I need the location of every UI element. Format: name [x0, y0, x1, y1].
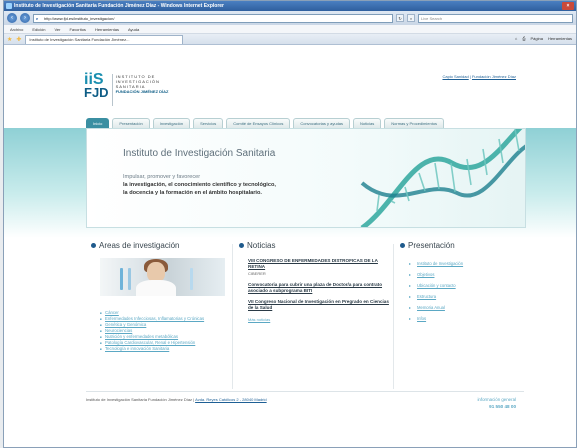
photo-face — [147, 262, 165, 282]
column-divider — [393, 244, 394, 389]
tools-menu[interactable]: Herramientas — [548, 36, 572, 41]
logo-text: INSTITUTO DE INVESTIGACIÓN SANITARIA FUN… — [116, 74, 169, 94]
page-menu[interactable]: Página — [531, 36, 543, 41]
researcher-photo — [100, 258, 225, 296]
banner-text: Impulsar, promover y favorecer la invest… — [123, 173, 276, 197]
news-column: Noticias VIII CONGRESO DE ENFERMEDADES D… — [239, 241, 389, 322]
nav-tab-comite[interactable]: Comité de Ensayos Clínicos — [226, 118, 291, 128]
presentation-title: Presentación — [408, 241, 455, 250]
news-item: Convocatoria para cubrir una plaza de Do… — [248, 282, 389, 293]
browser-app-icon — [6, 3, 12, 9]
bullet-icon — [239, 243, 244, 248]
site-header: iiS FJD INSTITUTO DE INVESTIGACIÓN SANIT… — [4, 45, 576, 113]
home-icon[interactable]: ⌂ — [515, 36, 517, 41]
nav-tab-presentacion[interactable]: Presentación — [112, 118, 150, 128]
bullet-icon — [400, 243, 405, 248]
presentation-link[interactable]: Objetivos — [409, 269, 525, 280]
presentation-heading: Presentación — [400, 241, 525, 250]
menu-bar: Archivo Edición Ver Favoritos Herramient… — [4, 25, 576, 34]
back-arrow-icon[interactable]: ‹ — [7, 13, 17, 23]
address-input[interactable]: http://www.fjd.es/instituto_investigacio… — [33, 13, 393, 23]
link-capio-sanidad[interactable]: Capio Sanidad — [442, 74, 468, 79]
nav-tab-noticias[interactable]: Noticias — [353, 118, 382, 128]
stop-icon[interactable]: × — [407, 14, 415, 22]
tab-bar: ★ ✚ Instituto de Investigación Sanitaria… — [4, 34, 576, 45]
news-source: CIBERER — [248, 271, 266, 277]
add-favorite-icon[interactable]: ✚ — [16, 36, 21, 43]
areas-list: Cáncer Enfermedades Infecciosas, Inflama… — [100, 310, 226, 352]
browser-title: Instituto de Investigación Sanitaria Fun… — [14, 3, 224, 9]
presentation-link[interactable]: Memoria Anual — [409, 302, 525, 313]
logo-separator — [111, 74, 113, 106]
banner-line-1: la investigación, el conocimiento cientí… — [123, 182, 276, 188]
photo-test-tube — [128, 268, 131, 290]
photo-coat — [136, 280, 176, 296]
favorites-star-icon[interactable]: ★ — [7, 36, 12, 43]
news-headline-link[interactable]: VII Congreso Nacional de Investigación e… — [248, 299, 389, 310]
news-headline-link[interactable]: Convocatoria para cubrir una plaza de Do… — [248, 282, 389, 293]
menu-item-herramientas[interactable]: Herramientas — [95, 27, 119, 32]
menu-item-archivo[interactable]: Archivo — [10, 27, 23, 32]
browser-window: Instituto de Investigación Sanitaria Fun… — [3, 0, 577, 448]
more-news-link[interactable]: Más noticias — [248, 317, 389, 322]
nav-tab-servicios[interactable]: Servicios — [193, 118, 224, 128]
dna-helix-illustration — [360, 129, 525, 227]
close-icon[interactable]: × — [562, 2, 574, 10]
link-fundacion-jimenez-diaz[interactable]: Fundación Jiménez Díaz — [472, 74, 516, 79]
news-item: VII Congreso Nacional de Investigación e… — [248, 299, 389, 310]
browser-titlebar: Instituto de Investigación Sanitaria Fun… — [4, 1, 576, 11]
address-toolbar: ‹ › http://www.fjd.es/instituto_investig… — [4, 11, 576, 25]
presentation-link[interactable]: Estructura — [409, 291, 525, 302]
info-phone: 91 550 48 00 — [489, 404, 516, 409]
command-bar: ⌂ ⎙ Página Herramientas — [515, 36, 572, 41]
photo-test-tube — [120, 268, 123, 290]
nav-tab-investigacion[interactable]: Investigación — [152, 118, 191, 128]
menu-item-favoritos[interactable]: Favoritos — [69, 27, 85, 32]
main-nav: Inicio Presentación Investigación Servic… — [86, 118, 445, 128]
logo-line-4: FUNDACIÓN JIMÉNEZ DÍAZ — [115, 89, 169, 94]
photo-test-tube — [190, 268, 193, 290]
hero-banner: Instituto de Investigación Sanitaria Imp… — [86, 128, 526, 228]
banner-title: Instituto de Investigación Sanitaria — [123, 148, 276, 159]
news-title: Noticias — [247, 241, 276, 250]
top-links: Capio Sanidad | Fundación Jiménez Díaz — [442, 74, 516, 79]
news-list: VIII CONGRESO DE ENFERMEDADES DISTROFICA… — [248, 258, 389, 311]
site-footer: Instituto de Investigación Sanitaria Fun… — [86, 397, 267, 402]
areas-title: Areas de investigación — [99, 241, 180, 250]
forward-arrow-icon[interactable]: › — [20, 13, 30, 23]
browser-tab-active[interactable]: Instituto de Investigación Sanitaria Fun… — [25, 34, 184, 44]
search-input[interactable]: Live Search — [418, 13, 573, 23]
news-item: VIII CONGRESO DE ENFERMEDADES DISTROFICA… — [248, 258, 389, 276]
areas-heading: Areas de investigación — [91, 241, 226, 250]
banner-intro: Impulsar, promover y favorecer — [123, 174, 201, 180]
news-heading: Noticias — [239, 241, 389, 250]
presentation-link[interactable]: Infos — [409, 313, 525, 324]
presentation-column: Presentación Instituto de Investigación … — [400, 241, 525, 324]
refresh-icon[interactable]: ↻ — [396, 14, 404, 22]
footer-address-link[interactable]: Avda. Reyes Católicos 2 - 28040 Madrid — [195, 397, 267, 402]
presentation-list: Instituto de Investigación Objetivos Ubi… — [409, 258, 525, 324]
bullet-icon — [91, 243, 96, 248]
nav-tab-normas[interactable]: Normas y Procedimientos — [384, 118, 445, 128]
presentation-link[interactable]: Instituto de Investigación — [409, 258, 525, 269]
menu-item-ayuda[interactable]: Ayuda — [128, 27, 139, 32]
presentation-link[interactable]: Ubicación y contacto — [409, 280, 525, 291]
logo-mark: iiS FJD — [84, 72, 109, 101]
menu-item-edicion[interactable]: Edición — [32, 27, 45, 32]
menu-item-ver[interactable]: Ver — [54, 27, 60, 32]
areas-column: Areas de investigación Cáncer Enfermedad… — [91, 241, 226, 352]
banner-line-2: la docencia y la formación en el ámbito … — [123, 190, 262, 196]
nav-tab-inicio[interactable]: Inicio — [86, 118, 110, 128]
logo-mark-bottom: FJD — [84, 85, 109, 101]
area-link[interactable]: Tecnología e innovación Sanitaria — [100, 346, 226, 352]
nav-tab-convocatorias[interactable]: Convocatorias y ayudas — [293, 118, 351, 128]
footer-divider — [86, 391, 524, 392]
footer-text: Instituto de Investigación Sanitaria Fun… — [86, 397, 196, 402]
column-divider — [232, 244, 233, 389]
site-logo[interactable]: iiS FJD INSTITUTO DE INVESTIGACIÓN SANIT… — [84, 72, 169, 106]
print-icon[interactable]: ⎙ — [522, 36, 525, 41]
info-label: información general — [477, 397, 516, 402]
news-headline-link[interactable]: VIII CONGRESO DE ENFERMEDADES DISTROFICA… — [248, 258, 389, 269]
general-info: información general 91 550 48 00 — [477, 397, 516, 409]
